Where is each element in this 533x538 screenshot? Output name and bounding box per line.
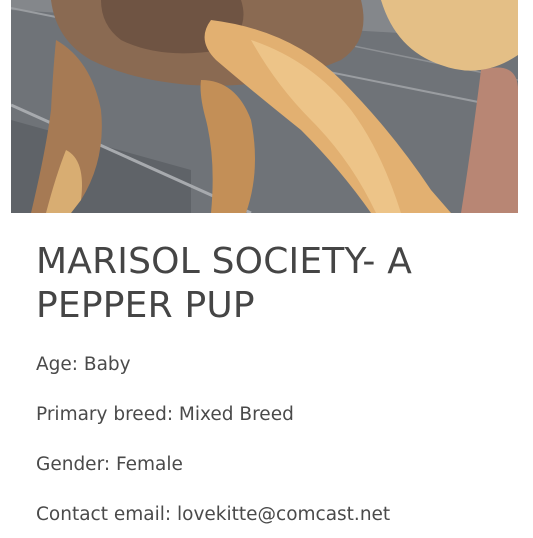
pet-name-title[interactable]: MARISOL SOCIETY- A PEPPER PUP	[36, 240, 506, 328]
pet-card-body: MARISOL SOCIETY- A PEPPER PUP Age: Baby …	[36, 240, 506, 525]
pet-breed: Primary breed: Mixed Breed	[36, 404, 294, 425]
dog-photo-icon	[11, 0, 518, 213]
pet-contact-email: Contact email: lovekitte@comcast.net	[36, 504, 391, 525]
pet-photo[interactable]	[11, 0, 518, 213]
pet-age: Age: Baby	[36, 354, 131, 375]
pet-gender: Gender: Female	[36, 454, 183, 475]
